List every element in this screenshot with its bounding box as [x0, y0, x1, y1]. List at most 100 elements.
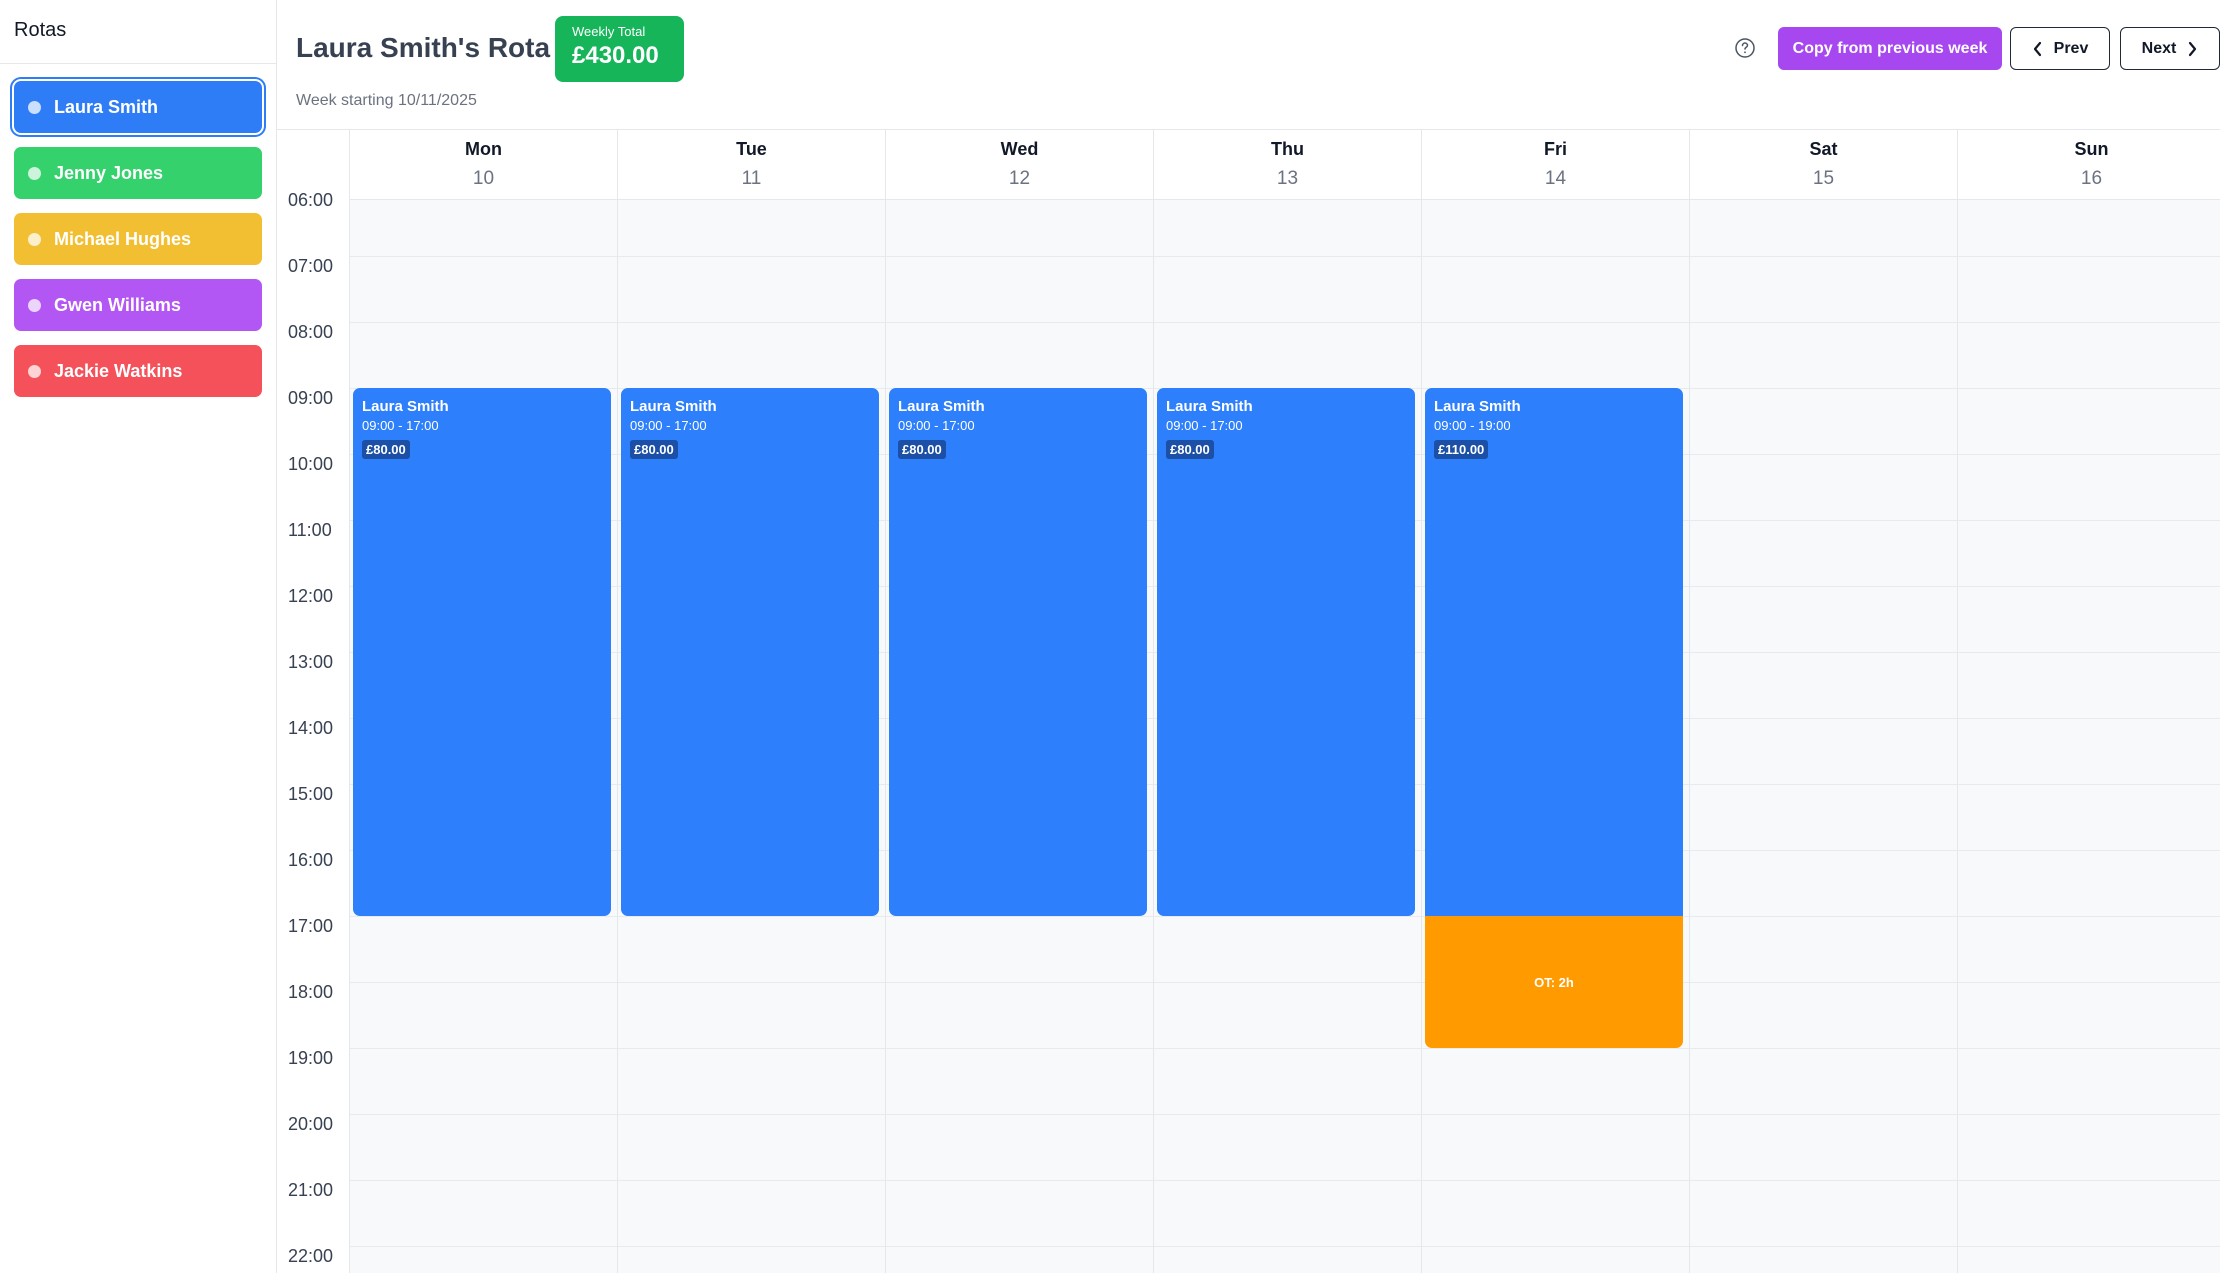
- dot-icon: [28, 101, 41, 114]
- shift-time: 09:00 - 17:00: [898, 418, 975, 433]
- chevron-left-icon: [2033, 41, 2041, 56]
- day-number: 13: [1276, 168, 1299, 189]
- rota-item-label: Jenny Jones: [54, 162, 164, 183]
- day-name: Thu: [1271, 139, 1304, 159]
- rota-item-label: Gwen Williams: [54, 294, 181, 315]
- day-column-divider: [349, 200, 350, 1273]
- weekly-total-value: £430.00: [572, 42, 659, 69]
- main-content: Laura Smith's Rota Week starting 10/11/2…: [277, 0, 2220, 1273]
- dot-icon: [28, 299, 41, 312]
- hour-gridline: [349, 1114, 2220, 1115]
- day-name: Fri: [1543, 139, 1567, 159]
- day-column-divider: [1153, 200, 1154, 1273]
- overtime-block[interactable]: OT: 2h: [1425, 916, 1683, 1048]
- day-header-mon: Mon 10: [349, 130, 617, 200]
- time-label: 14:00: [288, 718, 334, 738]
- prev-button-label: Prev: [2053, 39, 2089, 57]
- time-label: 12:00: [288, 586, 334, 606]
- day-number: 14: [1544, 168, 1567, 189]
- day-header-wed: Wed 12: [885, 130, 1153, 200]
- day-number: 11: [741, 168, 762, 189]
- time-label: 13:00: [288, 652, 334, 672]
- shift-pay-badge: £80.00: [898, 440, 946, 459]
- day-column-divider: [1689, 200, 1690, 1273]
- shift-pay-badge: £80.00: [362, 440, 410, 459]
- weekly-total-badge: Weekly Total £430.00: [555, 16, 684, 82]
- day-column-divider: [1957, 200, 1958, 1273]
- sidebar: Rotas Laura Smith Jenny Jones Michael Hu…: [0, 0, 277, 1273]
- time-label: 07:00: [288, 256, 334, 276]
- weekly-total-label: Weekly Total: [572, 24, 646, 39]
- day-number: 15: [1812, 168, 1835, 189]
- dot-icon: [28, 167, 41, 180]
- shift-employee-name: Laura Smith: [362, 398, 449, 415]
- day-header-thu: Thu 13: [1153, 130, 1421, 200]
- day-name: Sun: [2074, 139, 2109, 159]
- rota-item-gwen-williams[interactable]: Gwen Williams: [14, 279, 262, 331]
- time-labels: 06:00 07:00 08:00 09:00 10:00 11:00 12:00 13:00…: [277, 190, 349, 1273]
- day-header-sun: Sun 16: [1957, 130, 2220, 200]
- next-button-label: Next: [2141, 39, 2177, 57]
- time-label: 22:00: [288, 1246, 334, 1266]
- time-label: 17:00: [288, 916, 334, 936]
- shift-block[interactable]: Laura Smith 09:00 - 17:00 £80.00: [353, 388, 611, 916]
- time-label: 18:00: [288, 982, 334, 1002]
- day-name: Tue: [736, 139, 767, 159]
- shift-pay-badge: £80.00: [1166, 440, 1214, 459]
- day-number: 12: [1008, 168, 1031, 189]
- week-start-text: Week starting 10/11/2025: [296, 92, 477, 109]
- time-label: 09:00: [288, 388, 334, 408]
- shift-employee-name: Laura Smith: [1166, 398, 1253, 415]
- day-number: 10: [472, 168, 495, 189]
- copy-previous-week-button[interactable]: Copy from previous week: [1778, 27, 2002, 70]
- shift-time: 09:00 - 17:00: [362, 418, 439, 433]
- hour-gridline: [349, 916, 2220, 917]
- time-label: 15:00: [288, 784, 334, 804]
- rota-item-jackie-watkins[interactable]: Jackie Watkins: [14, 345, 262, 397]
- time-label: 16:00: [288, 850, 334, 870]
- day-name: Mon: [465, 139, 502, 159]
- shift-block[interactable]: Laura Smith 09:00 - 17:00 £80.00: [621, 388, 879, 916]
- hour-gridline: [349, 322, 2220, 323]
- day-number: 16: [2080, 168, 2103, 189]
- rota-item-jenny-jones[interactable]: Jenny Jones: [14, 147, 262, 199]
- shift-pay-badge: £110.00: [1434, 440, 1489, 459]
- shift-pay-badge: £80.00: [630, 440, 678, 459]
- prev-button[interactable]: Prev: [2010, 27, 2110, 70]
- hour-gridline: [349, 256, 2220, 257]
- shift-block[interactable]: Laura Smith 09:00 - 17:00 £80.00: [1157, 388, 1415, 916]
- day-header-row: Mon 10 Tue 11 Wed 12 Thu 13 Fri 14 Sat 15 Sun 16: [349, 130, 2220, 200]
- header: Laura Smith's Rota Week starting 10/11/2…: [277, 0, 2220, 130]
- shift-time: 09:00 - 17:00: [630, 418, 707, 433]
- time-label: 19:00: [288, 1048, 334, 1068]
- day-header-fri: Fri 14: [1421, 130, 1689, 200]
- time-label: 08:00: [288, 322, 334, 342]
- day-name: Sat: [1809, 139, 1838, 159]
- day-column-divider: [885, 200, 886, 1273]
- day-column-divider: [1421, 200, 1422, 1273]
- time-label: 10:00: [288, 454, 334, 474]
- time-label: 11:00: [288, 520, 332, 540]
- hour-gridline: [349, 1180, 2220, 1181]
- next-button[interactable]: Next: [2120, 27, 2220, 70]
- page-title: Laura Smith's Rota: [296, 32, 551, 63]
- week-calendar: Mon 10 Tue 11 Wed 12 Thu 13 Fri 14 Sat 15 Sun 16 06:0…: [277, 130, 2220, 1273]
- rota-item-michael-hughes[interactable]: Michael Hughes: [14, 213, 262, 265]
- rota-item-label: Jackie Watkins: [54, 360, 183, 381]
- calendar-grid[interactable]: Laura Smith 09:00 - 17:00 £80.00 Laura Smit…: [349, 200, 2220, 1273]
- hour-gridline: [349, 1246, 2220, 1247]
- rota-item-laura-smith[interactable]: Laura Smith: [14, 81, 262, 133]
- shift-time: 09:00 - 17:00: [1166, 418, 1243, 433]
- day-column-divider: [617, 200, 618, 1273]
- shift-block[interactable]: Laura Smith 09:00 - 19:00 £110.00: [1425, 388, 1683, 916]
- time-label: 20:00: [288, 1114, 334, 1134]
- hour-gridline: [349, 1048, 2220, 1049]
- shift-employee-name: Laura Smith: [898, 398, 985, 415]
- question-circle-icon[interactable]: [1734, 37, 1756, 59]
- dot-icon: [28, 233, 41, 246]
- shift-employee-name: Laura Smith: [630, 398, 717, 415]
- time-label: 21:00: [288, 1180, 334, 1200]
- shift-block[interactable]: Laura Smith 09:00 - 17:00 £80.00: [889, 388, 1147, 916]
- rota-list: Laura Smith Jenny Jones Michael Hughes G…: [0, 64, 276, 397]
- dot-icon: [28, 365, 41, 378]
